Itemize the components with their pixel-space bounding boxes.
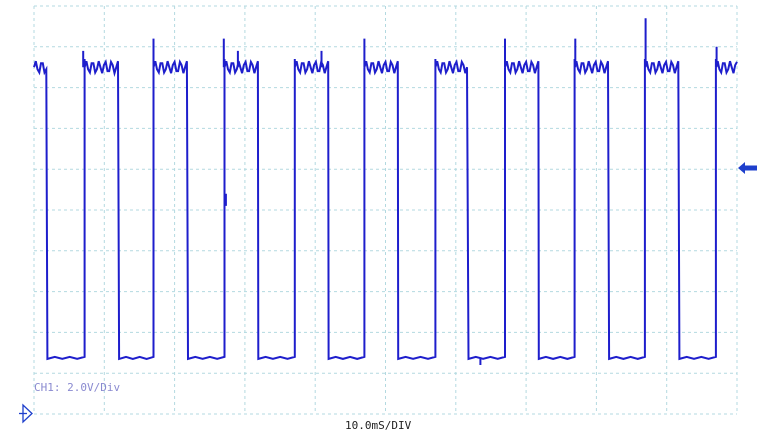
channel-scale-label: CH1: 2.0V/Div [34, 381, 121, 394]
ground-marker-icon [19, 403, 33, 424]
grid [33, 5, 738, 415]
trigger-level-arrow-icon [738, 162, 757, 174]
timebase-label: 10.0mS/DIV [345, 419, 412, 432]
